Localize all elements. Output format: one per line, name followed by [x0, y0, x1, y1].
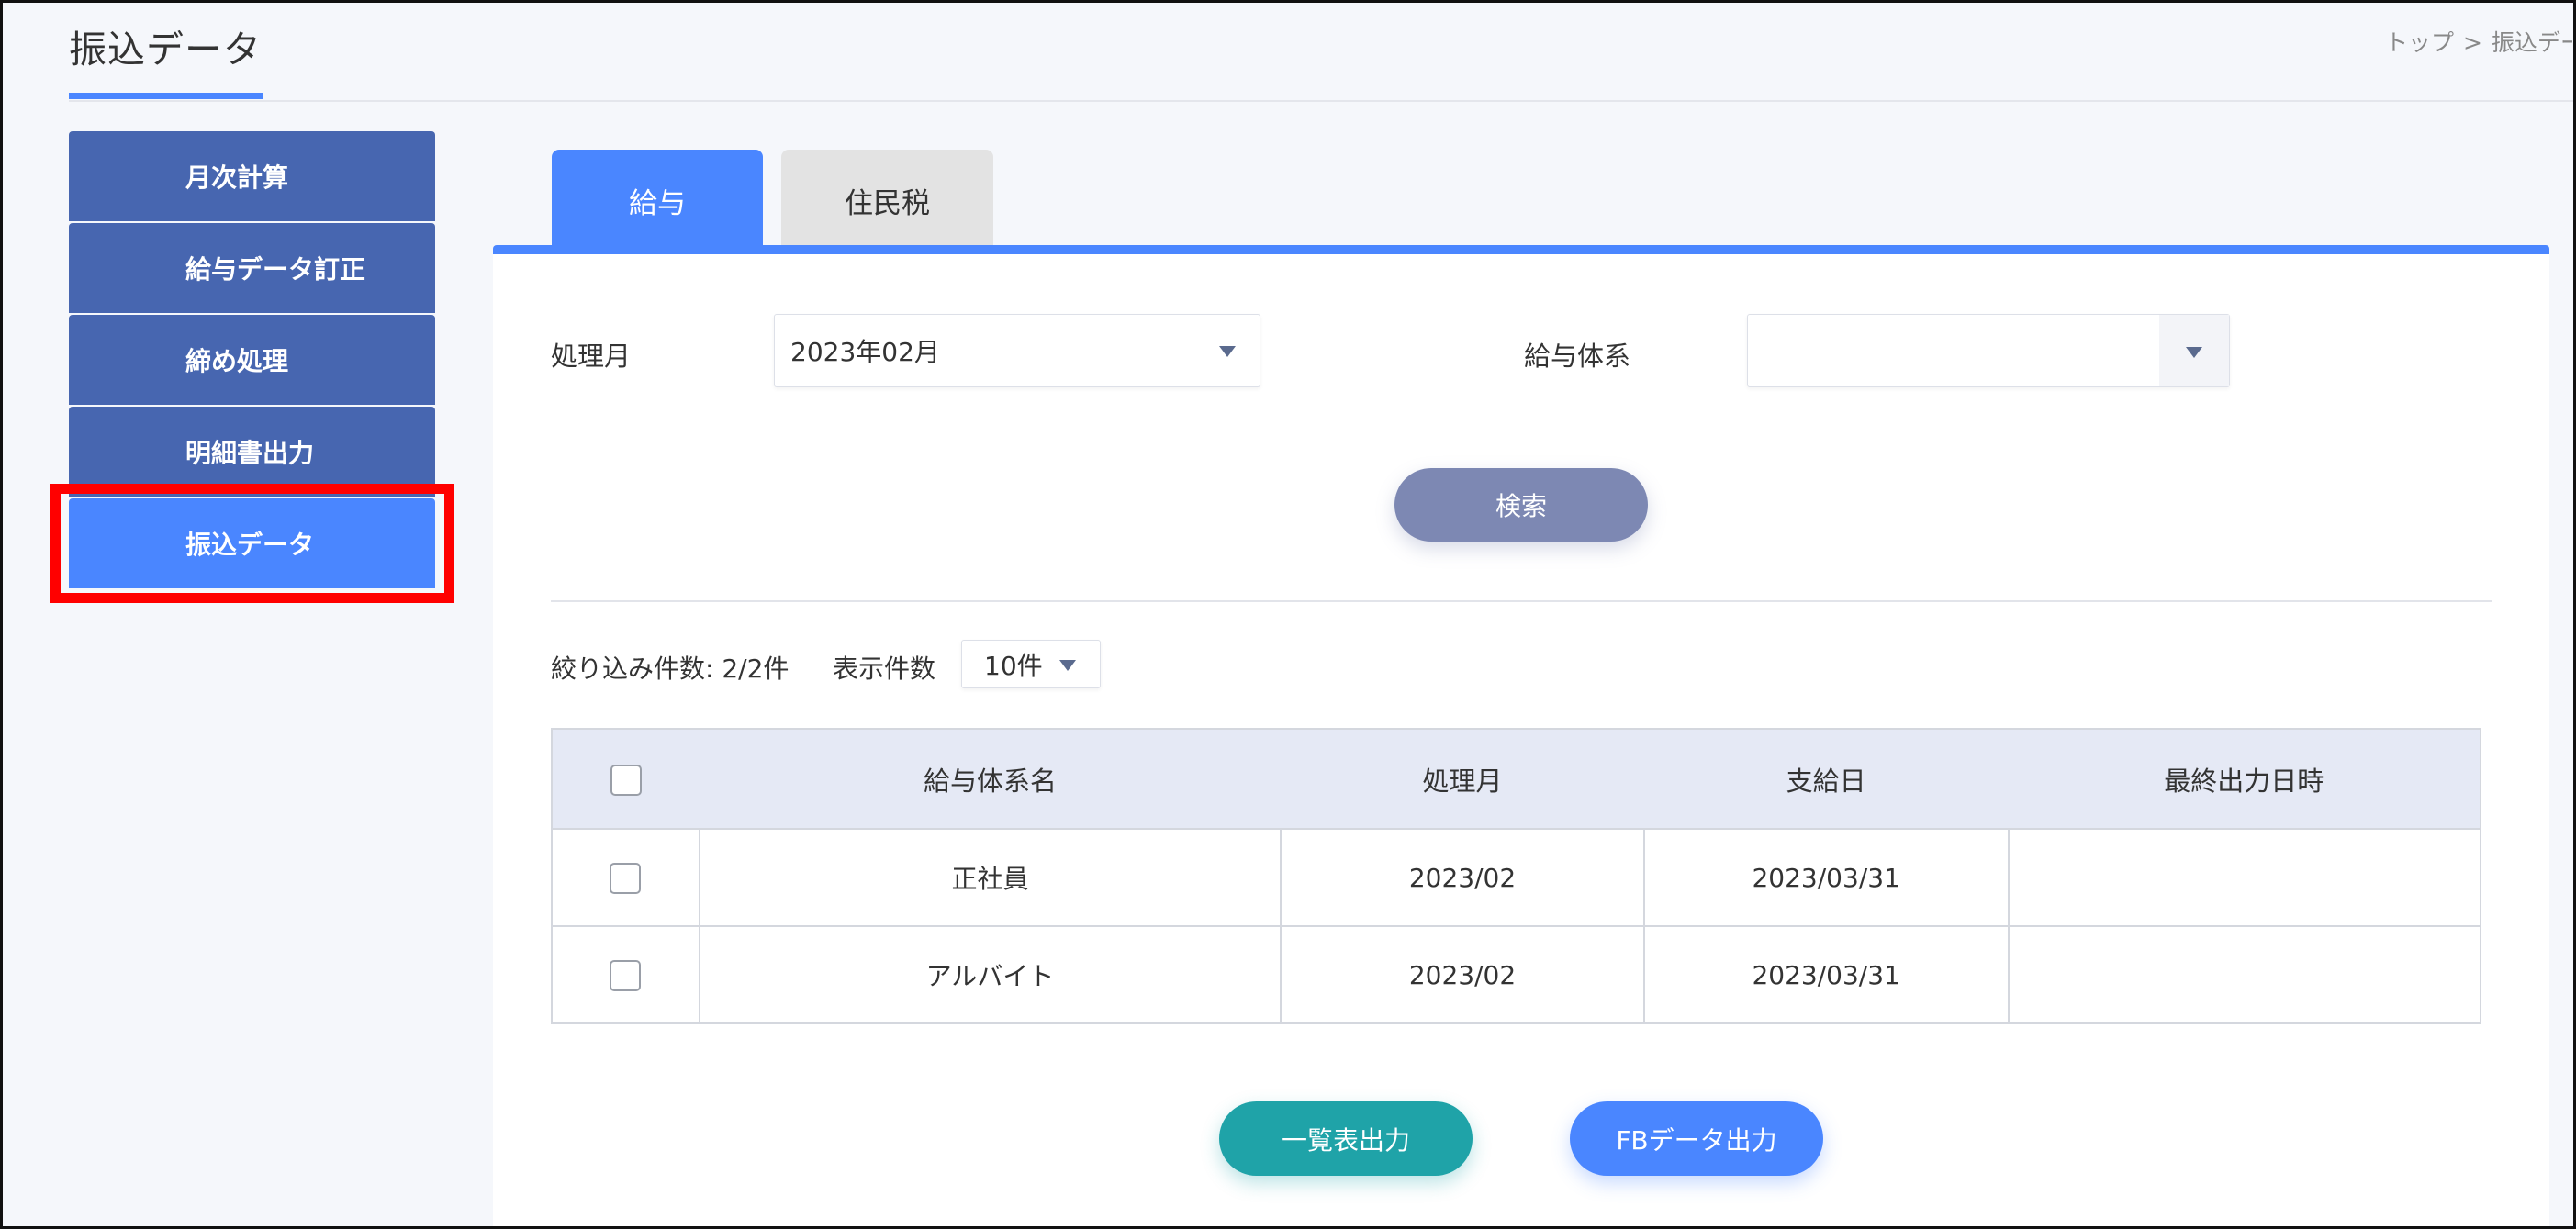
- month-select[interactable]: 2023年02月: [774, 314, 1260, 387]
- header-divider: [69, 100, 2576, 102]
- pay-date-cell: 2023/03/31: [1642, 828, 2010, 927]
- column-header[interactable]: 支給日: [1643, 728, 2009, 830]
- month-select-value: 2023年02月: [790, 337, 940, 367]
- breadcrumb-current: 振込デー: [2491, 29, 2572, 56]
- search-button[interactable]: 検索: [1394, 468, 1648, 542]
- select-all-checkbox[interactable]: [610, 764, 642, 796]
- tab-underline: [493, 245, 2549, 254]
- column-header[interactable]: 最終出力日時: [2008, 728, 2482, 830]
- chevron-down-icon: [1059, 660, 1076, 671]
- process-month-cell: 2023/02: [1280, 925, 1645, 1024]
- breadcrumb-top[interactable]: トップ: [2385, 29, 2454, 56]
- row-select-cell: [551, 828, 700, 927]
- fb-data-output-button[interactable]: FBデータ出力: [1570, 1101, 1823, 1176]
- salary-system-label: 給与体系: [1524, 341, 1631, 372]
- column-header[interactable]: 処理月: [1281, 728, 1644, 830]
- process-month-cell: 2023/02: [1280, 828, 1645, 927]
- per-page-value: 10件: [984, 650, 1043, 681]
- pay-date-cell: 2023/03/31: [1642, 925, 2010, 1024]
- per-page-select[interactable]: 10件: [961, 640, 1101, 688]
- row-select-cell: [551, 925, 700, 1024]
- last-output-cell: [2007, 925, 2482, 1024]
- chevron-down-icon: [1219, 346, 1236, 357]
- select-all-cell: [551, 728, 700, 830]
- last-output-cell: [2007, 828, 2482, 927]
- row-checkbox[interactable]: [610, 959, 642, 991]
- salary-system-select[interactable]: [1747, 314, 2230, 387]
- table-header-row: 給与体系名 処理月 支給日 最終出力日時: [551, 728, 2482, 830]
- salary-system-name-cell: 正社員: [698, 828, 1282, 927]
- month-label: 処理月: [551, 341, 632, 372]
- section-divider: [551, 600, 2492, 602]
- sidebar-item-salary-correction[interactable]: 給与データ訂正: [69, 223, 435, 313]
- chevron-down-icon: [2186, 347, 2202, 358]
- table-row: アルバイト 2023/02 2023/03/31: [551, 925, 2482, 1024]
- tab-salary[interactable]: 給与: [552, 150, 763, 251]
- per-page-label: 表示件数: [833, 654, 936, 684]
- list-output-button[interactable]: 一覧表出力: [1219, 1101, 1473, 1176]
- highlight-annotation: [50, 484, 454, 603]
- breadcrumb: トップ > 振込デー: [2385, 25, 2572, 58]
- page-title: 振込データ: [69, 28, 262, 72]
- sidebar-item-monthly-calc[interactable]: 月次計算: [69, 131, 435, 221]
- salary-system-name-cell: アルバイト: [698, 925, 1282, 1024]
- filter-count: 絞り込み件数: 2/2件: [551, 654, 790, 684]
- table-row: 正社員 2023/02 2023/03/31: [551, 828, 2482, 927]
- transfer-table: 給与体系名 処理月 支給日 最終出力日時 正社員 2023/02 2023/03…: [551, 728, 2482, 1024]
- tab-resident-tax[interactable]: 住民税: [781, 150, 993, 251]
- row-checkbox[interactable]: [610, 862, 642, 894]
- column-header[interactable]: 給与体系名: [699, 728, 1282, 830]
- sidebar-item-closing[interactable]: 締め処理: [69, 315, 435, 405]
- breadcrumb-separator: >: [2463, 29, 2482, 56]
- title-underline: [69, 93, 263, 99]
